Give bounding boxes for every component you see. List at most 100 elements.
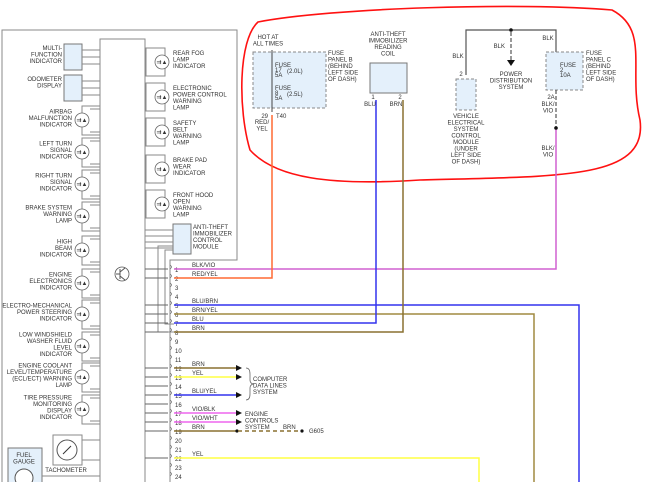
wiring-diagram: MULTI- FUNCTION INDICATOR ODOMETER DISPLAY ⇉▲… [0,0,650,482]
left-component-label: INDICATOR [30,59,63,65]
right-component-label: LAMP [173,106,189,112]
fuse-panel-b-wire-label: RED/ [255,120,270,126]
lamp-glyph: ⇉▲ [77,149,88,156]
arrow-icon [236,392,242,398]
coil-wire-1-label: BLU [364,102,376,108]
vescm-box [455,78,477,111]
right-component-label: WARNING [173,206,202,212]
left-component-label: HIGH [57,240,72,246]
vescm-label: MODULE [453,140,479,146]
right-component-label: ELECTRONIC [173,86,212,92]
right-component-label: BELT [173,128,188,134]
fuse-panel-b-label: PANEL B [328,58,353,64]
reading-coil-label: COIL [381,52,396,58]
left-component-label: ELECTRONICS [29,279,72,285]
immobilizer-module-label: MODULE [193,245,219,251]
lamp-glyph: ⇉▲ [77,406,88,413]
wire-pin-6 [174,313,535,482]
fuse-2-label: 10A [560,73,571,79]
left-component-label: LAMP [56,219,72,225]
right-component-label: FRONT HOOD [173,193,214,199]
pin-number: 9 [175,340,179,346]
reading-coil-label: ANTI-THEFT [371,32,406,38]
left-component-label: ODOMETER [27,77,62,83]
pin-number: 4 [175,295,179,301]
fuse-panel-b-label: OF DASH) [328,77,357,83]
right-component-label: BRAKE PAD [173,158,208,164]
fuse-c-wire-label: VIO [543,109,554,115]
right-component-label: WARNING [173,99,202,105]
left-component-label: ELECTRO-MECHANICAL [2,304,72,310]
wire-pin-1 [174,128,557,270]
fuse-17-note: (2.0L) [287,69,303,75]
display-box [63,43,83,71]
arrow-icon [236,374,242,380]
left-component-label: MALFUNCTION [29,116,72,122]
fuse-panel-c-label: (BEHIND [586,64,611,70]
right-component-label: WEAR [173,165,192,171]
coil-pin-1: 1 [371,95,375,101]
left-component-label: INDICATOR [40,253,73,259]
display-box [63,74,83,102]
ground-icon [300,429,304,433]
computer-data-lines-label: DATA LINES [253,384,287,390]
left-component-label: MULTI- [42,46,62,52]
left-component-label: RIGHT TURN [35,174,72,180]
wire-color-label: BLU/YEL [192,389,217,395]
reading-coil-label: READING [374,45,402,51]
left-component-label: INDICATOR [40,123,73,129]
right-component-label: WARNING [173,134,202,140]
wire-pin-8 [174,100,404,333]
pin-number: 14 [175,385,182,391]
lamp-glyph: ⇉▲ [157,94,168,101]
fuse-panel-c [545,51,584,91]
fuse-panel-b-label: LEFT SIDE [328,71,358,77]
vescm-wire-label: BLK [452,54,463,60]
computer-data-lines-label: COMPUTER [253,377,288,383]
vescm-label: CONTROL [451,134,481,140]
left-component-label: INDICATOR [40,415,73,421]
engine-controls-label: ENGINE [245,412,268,418]
left-component-label: AIRBAG [49,110,72,116]
vescm-label: OF DASH) [452,160,481,166]
left-component-label: ENGINE [49,273,72,279]
arrow-icon [236,365,242,371]
vescm-label: VEHICLE [453,114,479,120]
vescm-label: SYSTEM [454,127,479,133]
left-component-label: INDICATOR [40,187,73,193]
right-component-label: LAMP [173,213,189,219]
fuse-panel-b-label: FUSE [328,51,344,57]
wire-color-label: VIO/WHT [192,416,218,422]
pin-number: 24 [175,475,182,481]
fuse-panel-b-label: (BEHIND [328,64,353,70]
lamp-glyph: ⇉▲ [77,374,88,381]
fuse-c-wire-label: BLK/ [541,102,554,108]
splice-dot [509,28,513,32]
wire-color-label: VIO/BLK [192,407,215,413]
left-component-label: INDICATOR [40,155,73,161]
fuse-panel-c-label: LEFT SIDE [586,71,616,77]
wire-color-label: BLU/BRN [192,299,218,305]
reading-coil-box [369,62,408,94]
left-component-label: LEVEL [53,345,72,351]
left-component-label: POWER STEERING [17,310,72,316]
wire-color-label: BRN [192,425,205,431]
left-component-label: MONITORING [33,402,72,408]
right-component-label: REAR FOG [173,51,205,57]
lamp-glyph: ⇉▲ [77,343,88,350]
left-component-label: SIGNAL [50,180,73,186]
left-component-label: ENGINE COOLANT [18,363,72,369]
lamp-glyph: ⇉▲ [157,166,168,173]
fuel-gauge-dial-icon [14,468,34,482]
pin-number: 20 [175,439,182,445]
arrow-icon [236,419,242,425]
brace [245,367,255,401]
right-component-label: POWER CONTROL [173,93,227,99]
left-component-label: BEAM [55,246,72,252]
pin-number: 21 [175,448,182,454]
diagram-canvas: MULTI-FUNCTIONINDICATORODOMETERDISPLAY⇉▲… [1,5,642,482]
right-component-label: INDICATOR [173,171,206,177]
fuse-c-wire-label-2: BLK/ [541,146,554,152]
lamp-glyph: ⇉▲ [157,129,168,136]
arrow-icon [236,410,242,416]
